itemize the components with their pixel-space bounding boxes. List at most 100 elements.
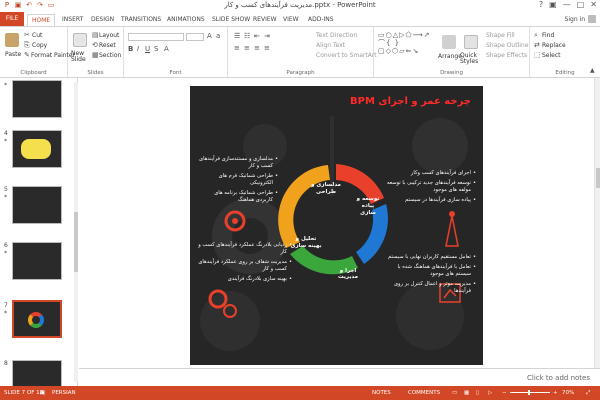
underline-icon[interactable]: U [145,45,150,53]
shadow-icon[interactable]: S [154,45,158,53]
find-icon: ⌕ [534,31,538,39]
bpm-cycle-diagram[interactable] [276,156,396,286]
slide-title[interactable]: چرخه عمر و اجزای BPM [350,96,471,107]
align-right-icon[interactable]: ≡ [254,44,260,52]
comments-button[interactable]: COMMENTS [408,390,440,396]
shapes-gallery[interactable]: ▭○△▷⬠⟶↗⇒☆ ⌒{ }▢◇⬡▱⇐↘ [378,31,430,57]
shrink-font-icon[interactable]: a [216,32,220,40]
language-indicator[interactable]: PERSIAN [52,390,76,396]
align-center-icon[interactable]: ≡ [244,44,250,52]
new-slide-button[interactable]: New Slide [71,51,93,63]
tab-review[interactable]: REVIEW [249,14,281,26]
notes-button[interactable]: NOTES [372,390,391,396]
replace-button[interactable]: Replace [542,42,566,49]
tab-slide-show[interactable]: SLIDE SHOW [208,14,254,26]
text-direction-button[interactable]: Text Direction [316,32,357,39]
convert-smartart-button[interactable]: Convert to SmartArt [316,52,377,59]
cut-button[interactable]: Cut [32,32,42,39]
tab-file[interactable]: FILE [0,12,24,26]
spellcheck-icon[interactable]: ▣ [40,390,45,396]
zoom-out-icon[interactable]: − [502,390,507,396]
bullets-icon[interactable]: ☰ [234,32,240,40]
maximize-icon[interactable]: □ [577,0,585,9]
shape-effects-button[interactable]: Shape Effects [486,52,527,59]
title-bar: P ▣ ↶ ↷ ▭ مدیریت فرآیندهای کسب و کار.ppt… [0,0,600,12]
tab-home[interactable]: HOME [27,14,56,26]
scroll-thumb[interactable] [596,168,600,188]
group-label: Drawing [440,70,463,76]
arrange-button[interactable]: Arrange [438,53,462,60]
copy-button[interactable]: Copy [32,42,47,49]
notes-placeholder[interactable]: Click to add notes [527,374,590,382]
slide-thumbnail-7[interactable] [12,300,62,338]
tab-insert[interactable]: INSERT [58,14,87,26]
bullets-bottom-left[interactable]: ردیابی بلادرنگ عملکرد فرآیندهای کسب و کا… [196,242,292,286]
paste-button[interactable]: Paste [5,51,21,58]
align-left-icon[interactable]: ≡ [234,44,240,52]
layout-button[interactable]: Layout [99,32,119,39]
arrange-icon[interactable] [442,35,456,49]
slide-thumbnail-8[interactable] [12,360,62,386]
group-label: Editing [555,70,575,76]
zoom-level[interactable]: 70% [562,390,574,396]
numbering-icon[interactable]: ☷ [244,32,250,40]
slide-thumbnail-5[interactable] [12,186,62,224]
fit-slide-icon[interactable]: ⤢ [586,390,590,397]
workspace-scrollbar[interactable] [594,78,600,368]
help-icon[interactable]: ? [539,0,543,9]
current-slide[interactable]: چرخه عمر و اجزای BPM مدلسازی و طراحی توس… [190,86,483,365]
slide-thumbnail-3[interactable] [12,80,62,118]
list-item: طراحی شماتیک فرم های الکترونیکی [196,173,278,187]
increase-indent-icon[interactable]: ⇥ [264,32,270,40]
tab-design[interactable]: DESIGN [87,14,118,26]
quick-styles-icon[interactable] [464,35,478,49]
font-color-icon[interactable]: A [164,45,169,53]
paste-icon[interactable] [5,33,19,47]
tab-animations[interactable]: ANIMATIONS [163,14,209,26]
find-button[interactable]: Find [542,32,554,39]
tab-view[interactable]: VIEW [279,14,303,26]
sign-in[interactable]: Sign in [565,15,596,23]
zoom-slider-knob[interactable] [528,390,530,395]
thumbnail-scrollbar[interactable] [74,82,78,382]
justify-icon[interactable]: ≡ [264,44,270,52]
slide-thumbnail-6[interactable] [12,242,62,280]
reading-view-icon[interactable]: ▯ [476,390,479,396]
new-slide-icon[interactable] [73,33,87,47]
tab-transitions[interactable]: TRANSITIONS [117,14,165,26]
normal-view-icon[interactable]: ▭ [452,390,457,396]
notes-pane[interactable]: Click to add notes [79,368,600,386]
bullets-top-left[interactable]: مدلسازی و مستندسازی فرآیندهای کسب و کار … [196,156,278,207]
tab-add-ins[interactable]: ADD-INS [304,14,338,26]
list-item: ردیابی بلادرنگ عملکرد فرآیندهای کسب و کا… [196,242,292,256]
minimize-icon[interactable]: — [563,0,571,9]
zoom-slider[interactable] [510,390,550,395]
reset-button[interactable]: Reset [99,42,116,49]
slideshow-view-icon[interactable]: ▷ [488,390,492,396]
slide-sorter-icon[interactable]: ▦ [464,390,469,396]
align-text-button[interactable]: Align Text [316,42,345,49]
shape-outline-button[interactable]: Shape Outline [486,42,528,49]
slide-thumbnail-4[interactable] [12,130,62,168]
close-icon[interactable]: ✕ [590,0,597,9]
font-size-input[interactable] [186,33,204,41]
shape-fill-button[interactable]: Shape Fill [486,32,515,39]
font-name-input[interactable] [128,33,184,41]
ribbon-display-icon[interactable]: ▣ [549,0,557,9]
decrease-indent-icon[interactable]: ⇤ [254,32,260,40]
bold-icon[interactable]: B [128,45,133,53]
bullets-top-right[interactable]: اجرای فرآیندهای کسب وکار توسعه فرآیندهای… [382,170,476,207]
scroll-thumb[interactable] [74,212,78,272]
group-font: A a B I U S A Font [124,27,228,77]
zoom-in-icon[interactable]: + [553,390,558,396]
italic-icon[interactable]: I [137,45,139,53]
quick-styles-button[interactable]: Quick Styles [460,53,482,65]
select-button[interactable]: Select [542,52,561,59]
thumbnail-star: * [4,82,7,89]
status-bar: SLIDE 7 OF 18 ▣ PERSIAN NOTES COMMENTS ▭… [0,386,600,400]
section-button[interactable]: Section [99,52,121,59]
bullets-bottom-right[interactable]: تعامل مستقیم کاربران نهایی با سیستم تعام… [386,254,476,298]
cut-icon: ✂ [24,31,30,39]
grow-font-icon[interactable]: A [207,32,212,40]
segment-label-right: توسعه و پیاده سازی [356,196,380,216]
